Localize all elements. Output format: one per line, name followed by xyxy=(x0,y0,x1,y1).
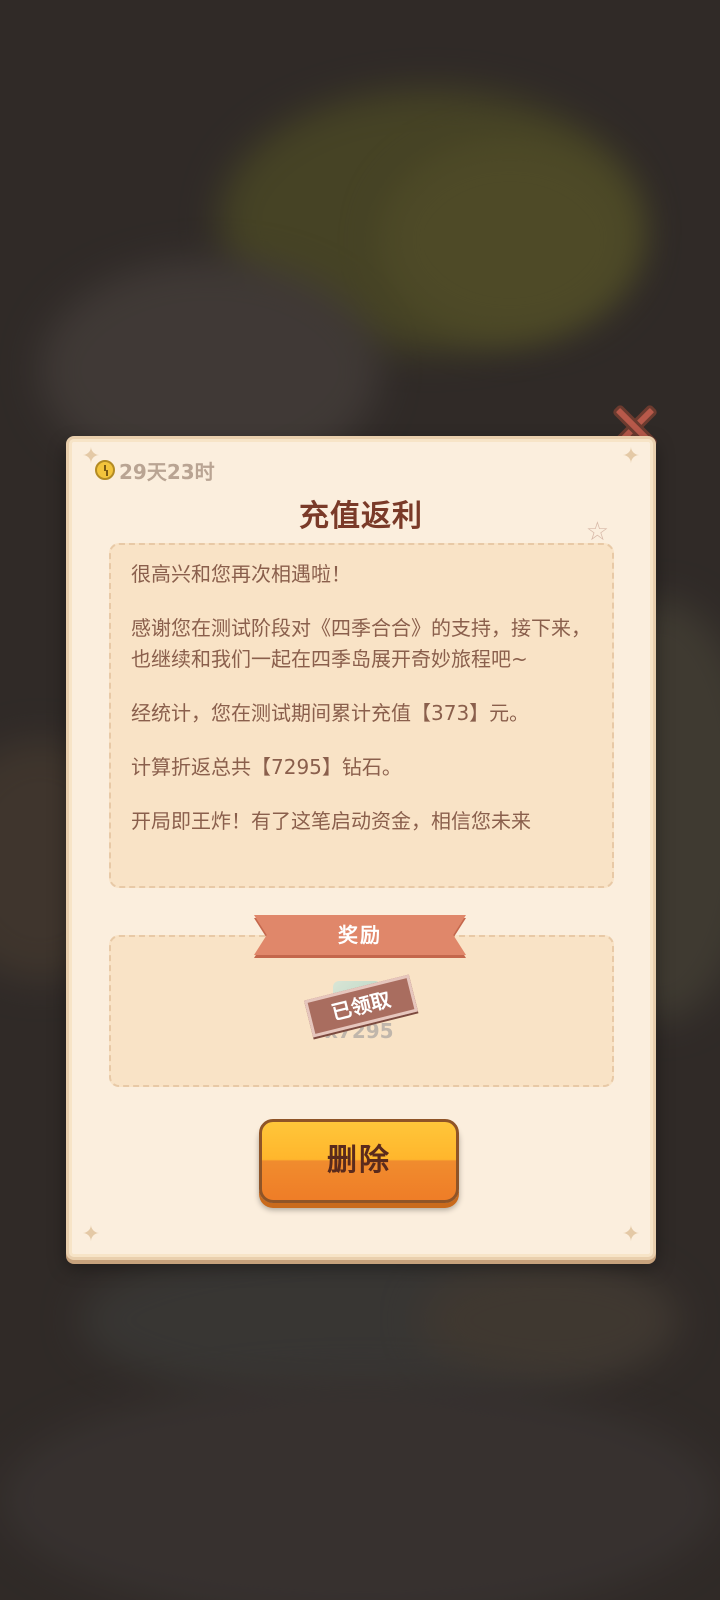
reward-item[interactable]: x7295 已领取 xyxy=(299,973,419,1053)
message-box[interactable]: 很高兴和您再次相遇啦！ 感谢您在测试阶段对《四季合合》的支持，接下来，也继续和我… xyxy=(109,543,614,888)
message-line: 感谢您在测试阶段对《四季合合》的支持，接下来，也继续和我们一起在四季岛展开奇妙旅… xyxy=(131,616,591,671)
star-icon[interactable]: ☆ xyxy=(586,519,609,545)
corner-decoration: ✦ xyxy=(81,1222,101,1247)
reward-ribbon: 奖励 xyxy=(254,915,466,955)
message-line: 经统计，您在测试期间累计充值【373】元。 xyxy=(131,701,530,725)
message-line: 计算折返总共【7295】钻石。 xyxy=(131,755,402,779)
delete-button[interactable]: 删除 xyxy=(259,1119,459,1203)
message-scroll[interactable]: 很高兴和您再次相遇啦！ 感谢您在测试阶段对《四季合合》的支持，接下来，也继续和我… xyxy=(111,545,612,837)
message-line: 开局即王炸！有了这笔启动资金，相信您未来 xyxy=(131,809,531,833)
corner-decoration: ✦ xyxy=(621,1222,641,1247)
corner-decoration: ✦ xyxy=(621,444,641,469)
clock-icon xyxy=(95,460,115,480)
message-line: 很高兴和您再次相遇啦！ xyxy=(131,562,351,586)
countdown-timer: 29天23时 xyxy=(95,457,215,484)
timer-text: 29天23时 xyxy=(119,459,215,484)
popup-title: 充值返利 xyxy=(299,499,423,534)
recharge-rebate-popup: ✦ ✦ ✦ ✦ 29天23时 充值返利 ☆ 很高兴和您再次相遇啦！ 感谢您在测试… xyxy=(66,436,656,1260)
